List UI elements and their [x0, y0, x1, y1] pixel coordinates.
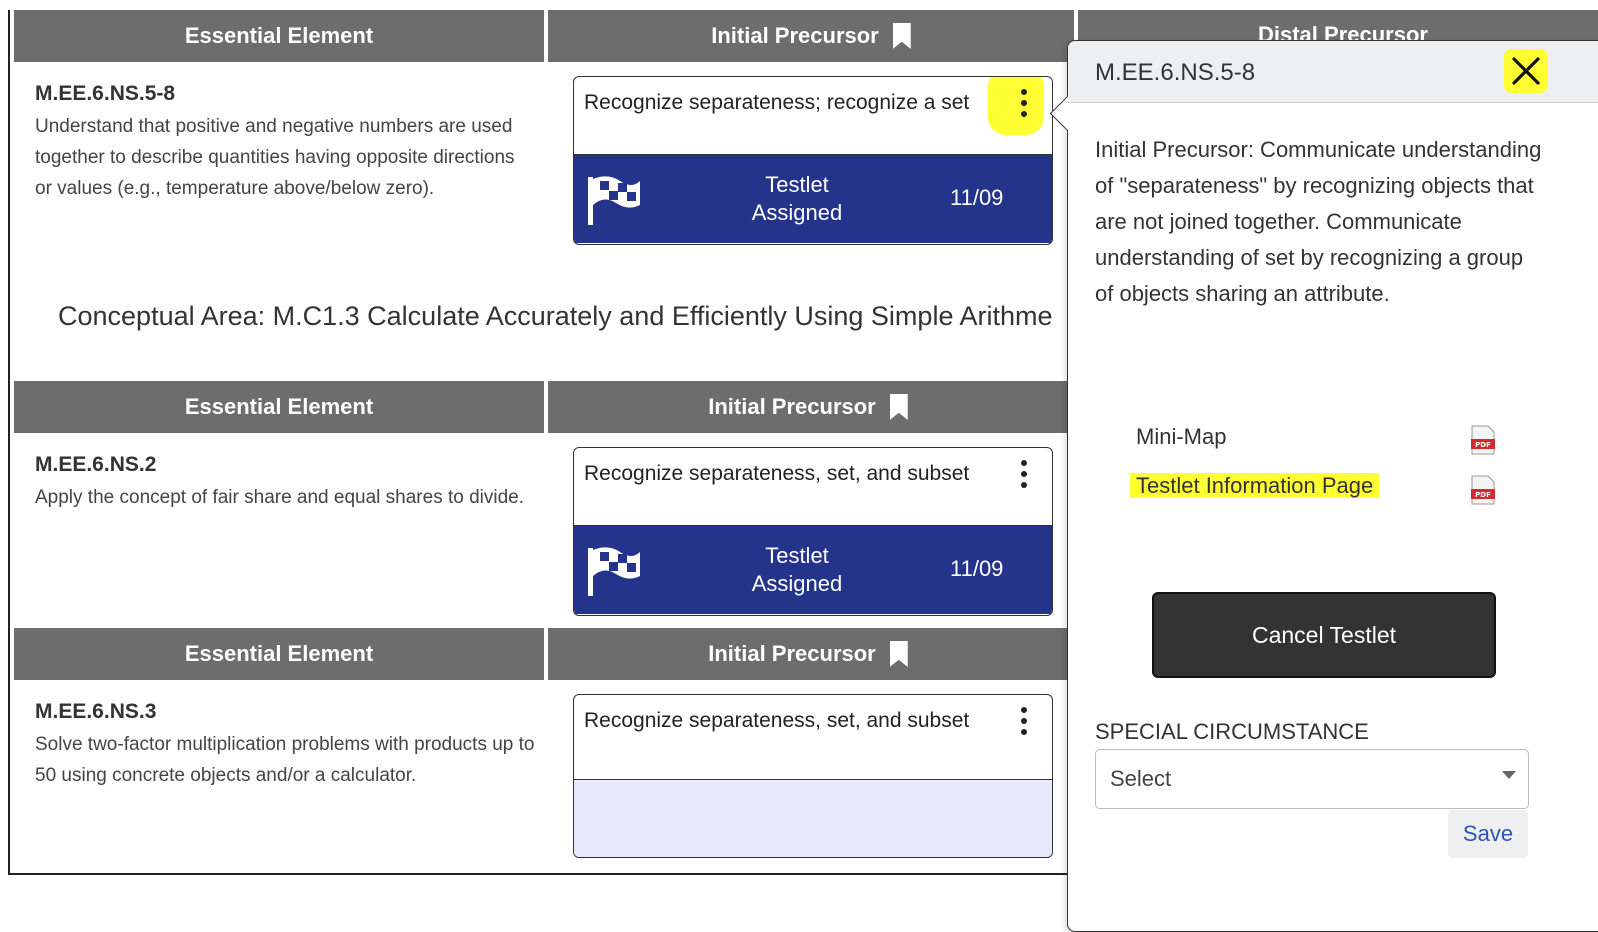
table-border — [8, 10, 10, 874]
select-value: Select — [1110, 766, 1172, 791]
close-icon — [1512, 57, 1540, 85]
bookmark-icon[interactable] — [889, 394, 908, 420]
precursor-text: Recognize separateness; recognize a set — [584, 91, 970, 114]
table-border — [8, 873, 1068, 875]
highlight-mark — [988, 77, 1044, 135]
header-initial-precursor: Initial Precursor — [548, 10, 1074, 62]
header-essential-element: Essential Element — [14, 381, 544, 433]
testlet-status: Testlet Assigned — [751, 172, 843, 225]
ee-code: M.EE.6.NS.2 — [35, 453, 157, 476]
ee-description: Understand that positive and negative nu… — [35, 116, 515, 199]
header-initial-precursor: Initial Precursor — [548, 381, 1068, 433]
header-initial-precursor: Initial Precursor — [548, 628, 1068, 680]
mini-map-link[interactable]: Mini-Map — [1136, 424, 1226, 450]
precursor-card[interactable]: Recognize separateness; recognize a set … — [573, 76, 1053, 245]
header-essential-element: Essential Element — [14, 628, 544, 680]
header-essential-element: Essential Element — [14, 10, 544, 62]
pdf-icon[interactable]: PDF — [1471, 425, 1495, 455]
testlet-status-bar — [574, 780, 1052, 857]
ee-code: M.EE.6.NS.3 — [35, 700, 157, 723]
testlet-information-page-link[interactable]: Testlet Information Page — [1130, 473, 1380, 499]
testlet-date: 11/09 — [950, 185, 1004, 210]
cancel-testlet-button[interactable]: Cancel Testlet — [1152, 592, 1496, 678]
save-button[interactable]: Save — [1448, 810, 1528, 858]
pdf-icon[interactable]: PDF — [1471, 475, 1495, 505]
ee-code: M.EE.6.NS.5-8 — [35, 82, 176, 105]
testlet-status-bar: Testlet Assigned 11/09 — [574, 526, 1052, 614]
more-options-icon[interactable] — [1020, 707, 1028, 735]
special-circumstance-select[interactable]: Select — [1095, 749, 1529, 809]
svg-text:PDF: PDF — [1475, 491, 1491, 499]
more-options-icon[interactable] — [1020, 460, 1028, 488]
popover-title: M.EE.6.NS.5-8 — [1095, 59, 1256, 86]
precursor-text: Recognize separateness, set, and subset — [584, 709, 970, 732]
precursor-card[interactable]: Recognize separateness, set, and subset … — [573, 447, 1053, 616]
ee-description: Apply the concept of fair share and equa… — [35, 487, 525, 508]
popover-header: M.EE.6.NS.5-8 — [1068, 41, 1598, 103]
bookmark-icon[interactable] — [892, 23, 911, 49]
checkered-flag-icon — [588, 547, 640, 596]
checkered-flag-icon — [588, 176, 640, 225]
ee-description: Solve two-factor multiplication problems… — [35, 734, 535, 786]
conceptual-area-heading: Conceptual Area: M.C1.3 Calculate Accura… — [58, 301, 1053, 331]
popover-description: Initial Precursor: Communicate understan… — [1095, 137, 1542, 306]
special-circumstance-label: SPECIAL CIRCUMSTANCE — [1095, 719, 1369, 744]
chevron-down-icon — [1502, 771, 1516, 779]
precursor-popover: M.EE.6.NS.5-8 Initial Precursor: Communi… — [1049, 40, 1598, 932]
testlet-date: 11/09 — [950, 556, 1004, 581]
more-options-icon[interactable] — [1020, 89, 1028, 117]
bookmark-icon[interactable] — [889, 641, 908, 667]
close-button[interactable] — [1504, 49, 1548, 93]
testlet-status-bar: Testlet Assigned 11/09 — [574, 155, 1052, 243]
precursor-card[interactable]: Recognize separateness, set, and subset — [573, 694, 1053, 858]
svg-text:PDF: PDF — [1475, 441, 1491, 449]
precursor-text: Recognize separateness, set, and subset — [584, 462, 970, 485]
testlet-status: Testlet Assigned — [751, 543, 843, 596]
